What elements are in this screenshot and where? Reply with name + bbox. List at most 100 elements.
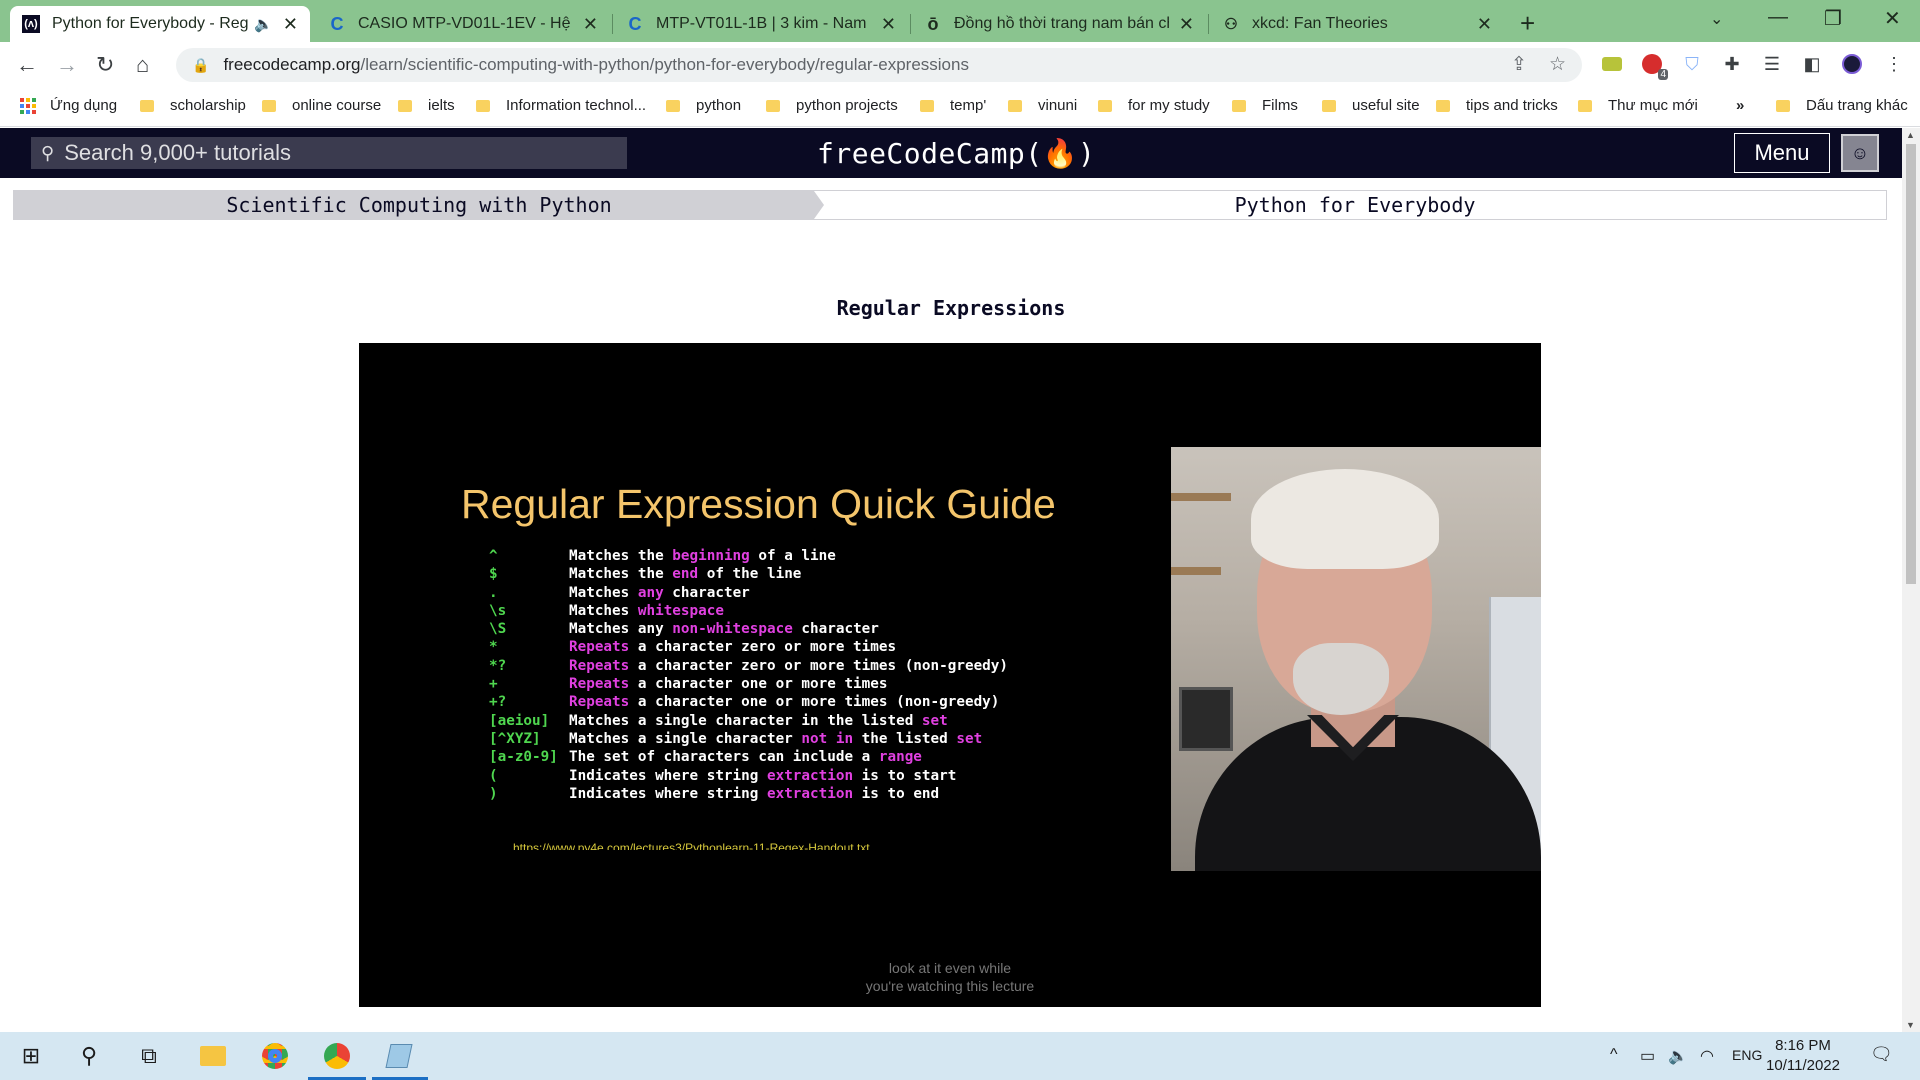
- regex-row: (Indicates where string extraction is to…: [489, 767, 1008, 785]
- bookmark-folder[interactable]: for my study: [1098, 97, 1210, 114]
- regex-description: Indicates where string extraction is to …: [569, 767, 956, 785]
- bookmark-folder[interactable]: vinuni: [1008, 97, 1077, 114]
- minimize-icon[interactable]: —: [1768, 6, 1788, 29]
- description-text: a character zero or more times (non-gree…: [629, 657, 1008, 674]
- tab-casio-1[interactable]: C CASIO MTP-VD01L-1EV - Hệ thốn ✕: [316, 6, 610, 42]
- scroll-up-icon[interactable]: ▲: [1906, 130, 1915, 140]
- tray-overflow-icon[interactable]: ^: [1610, 1046, 1618, 1064]
- breadcrumb-block[interactable]: Python for Everybody: [824, 191, 1886, 219]
- lock-icon[interactable]: 🔒: [192, 57, 209, 74]
- avatar[interactable]: ☺: [1841, 134, 1879, 172]
- extension-icon[interactable]: [1600, 52, 1624, 76]
- chrome-icon[interactable]: [260, 1041, 290, 1071]
- description-text: Matches the: [569, 548, 673, 564]
- bookmark-folder[interactable]: python projects: [766, 97, 898, 114]
- battery-icon[interactable]: ▭: [1640, 1046, 1655, 1066]
- task-view-icon[interactable]: ⧉: [134, 1041, 164, 1071]
- bookmark-folder[interactable]: Films: [1232, 97, 1298, 114]
- regex-row: \S Matches any non-whitespace character: [489, 620, 1008, 638]
- description-text: Matches: [569, 602, 638, 619]
- bookmark-folder[interactable]: temp': [920, 97, 986, 114]
- regex-symbol: ): [489, 785, 498, 802]
- bookmark-other-folder[interactable]: Dấu trang khác: [1776, 97, 1908, 114]
- close-tab-icon[interactable]: ✕: [1179, 14, 1194, 35]
- regex-symbol: [a-z0-9]: [489, 749, 558, 766]
- tab-python-for-everybody[interactable]: (ʌ) Python for Everybody - Regu 🔈 ✕: [10, 6, 310, 42]
- notepad-icon[interactable]: [384, 1041, 414, 1071]
- regex-symbol: [aeiou]: [489, 712, 550, 729]
- scroll-down-icon[interactable]: ▼: [1906, 1020, 1915, 1030]
- description-text: character: [792, 621, 879, 638]
- regex-description: Repeats a character one or more times (n…: [569, 693, 999, 711]
- breadcrumb-superblock[interactable]: Scientific Computing with Python: [14, 191, 824, 219]
- more-menu-icon[interactable]: ⋮: [1882, 52, 1906, 76]
- bookmark-folder[interactable]: tips and tricks: [1436, 97, 1558, 114]
- breadcrumb: Scientific Computing with Python Python …: [13, 190, 1887, 220]
- bookmark-folder[interactable]: ielts: [398, 97, 455, 114]
- bookmark-apps[interactable]: Ứng dụng: [20, 97, 117, 114]
- bookmark-folder[interactable]: online course: [262, 97, 381, 114]
- tab-search-icon[interactable]: ⌄: [1710, 9, 1723, 29]
- file-explorer-icon[interactable]: [198, 1041, 228, 1071]
- bookmark-folder[interactable]: useful site: [1322, 97, 1420, 114]
- home-icon[interactable]: ⌂: [136, 52, 149, 78]
- puzzle-icon[interactable]: ✚: [1720, 52, 1744, 76]
- tab-casio-2[interactable]: C MTP-VT01L-1B | 3 kim - Nam qu ✕: [614, 6, 908, 42]
- bookmark-label: scholarship: [170, 97, 246, 114]
- fcc-logo[interactable]: freeCodeCamp(🔥): [817, 137, 1095, 170]
- volume-icon[interactable]: 🔈: [1668, 1046, 1688, 1066]
- address-bar[interactable]: 🔒 freecodecamp.org/learn/scientific-comp…: [176, 48, 1582, 82]
- profile-icon[interactable]: [1840, 52, 1864, 76]
- windows-start-icon[interactable]: ⊞: [16, 1041, 46, 1071]
- bookmark-folder[interactable]: Information technol...: [476, 97, 646, 114]
- browser-toolbar: ← → ↻ ⌂ 🔒 freecodecamp.org/learn/scienti…: [0, 42, 1920, 89]
- close-tab-icon[interactable]: ✕: [583, 14, 598, 35]
- forward-arrow-icon[interactable]: →: [56, 52, 78, 78]
- wifi-icon[interactable]: ◠: [1700, 1046, 1714, 1066]
- close-window-icon[interactable]: ✕: [1884, 6, 1901, 31]
- video-player[interactable]: Regular Expression Quick Guide ^ Matches …: [359, 343, 1541, 1007]
- tab-xkcd[interactable]: ⚇ xkcd: Fan Theories ✕: [1210, 6, 1504, 42]
- adblock-icon[interactable]: 4: [1640, 52, 1668, 80]
- regex-description: Repeats a character one or more times: [569, 675, 888, 693]
- star-icon[interactable]: ☆: [1549, 53, 1566, 76]
- folder-icon: [262, 99, 276, 112]
- shield-icon[interactable]: ⛉: [1680, 52, 1704, 76]
- close-tab-icon[interactable]: ✕: [881, 14, 896, 35]
- close-tab-icon[interactable]: ✕: [283, 14, 298, 35]
- folder-icon: [1232, 99, 1246, 112]
- tab-watch-store[interactable]: ō Đồng hồ thời trang nam bán cha ✕: [912, 6, 1206, 42]
- close-tab-icon[interactable]: ✕: [1477, 14, 1492, 35]
- bookmark-folder[interactable]: scholarship: [140, 97, 246, 114]
- description-text: a character one or more times: [629, 676, 888, 693]
- side-panel-icon[interactable]: ◧: [1800, 52, 1824, 76]
- back-arrow-icon[interactable]: ←: [16, 52, 38, 78]
- highlighted-term: set: [921, 712, 948, 729]
- search-input[interactable]: ⚲ Search 9,000+ tutorials: [31, 137, 627, 169]
- regex-description: Matches any character: [569, 584, 750, 602]
- reload-icon[interactable]: ↻: [96, 52, 114, 78]
- speaker-icon[interactable]: 🔈: [254, 15, 273, 33]
- restore-icon[interactable]: ❐: [1824, 6, 1842, 31]
- menu-button[interactable]: Menu: [1734, 133, 1830, 173]
- fcc-navbar: ⚲ Search 9,000+ tutorials freeCodeCamp(🔥…: [0, 128, 1902, 178]
- scrollbar-thumb[interactable]: [1906, 144, 1916, 584]
- bookmark-folder[interactable]: python: [666, 97, 741, 114]
- bookmarks-overflow-icon[interactable]: »: [1736, 97, 1744, 114]
- system-clock[interactable]: 8:16 PM 10/11/2022: [1760, 1036, 1846, 1076]
- reading-list-icon[interactable]: ☰: [1760, 52, 1784, 76]
- page-scrollbar[interactable]: ▲ ▼: [1902, 128, 1920, 1032]
- description-text: Matches any: [569, 621, 673, 638]
- folder-icon: [766, 99, 780, 112]
- bookmark-folder[interactable]: Thư mục mới: [1578, 97, 1698, 114]
- notifications-icon[interactable]: 🗨: [1870, 1044, 1893, 1065]
- bookmark-label: Thư mục mới: [1608, 97, 1698, 114]
- xkcd-icon: ⚇: [1224, 16, 1238, 33]
- chrome-profile-icon[interactable]: [322, 1041, 352, 1071]
- new-tab-icon[interactable]: +: [1520, 8, 1535, 39]
- language-indicator[interactable]: ENG: [1732, 1047, 1762, 1063]
- highlighted-term: end: [672, 566, 699, 583]
- share-icon[interactable]: ⇪: [1511, 53, 1527, 76]
- highlighted-term: range: [878, 749, 922, 766]
- search-icon[interactable]: ⚲: [74, 1041, 104, 1071]
